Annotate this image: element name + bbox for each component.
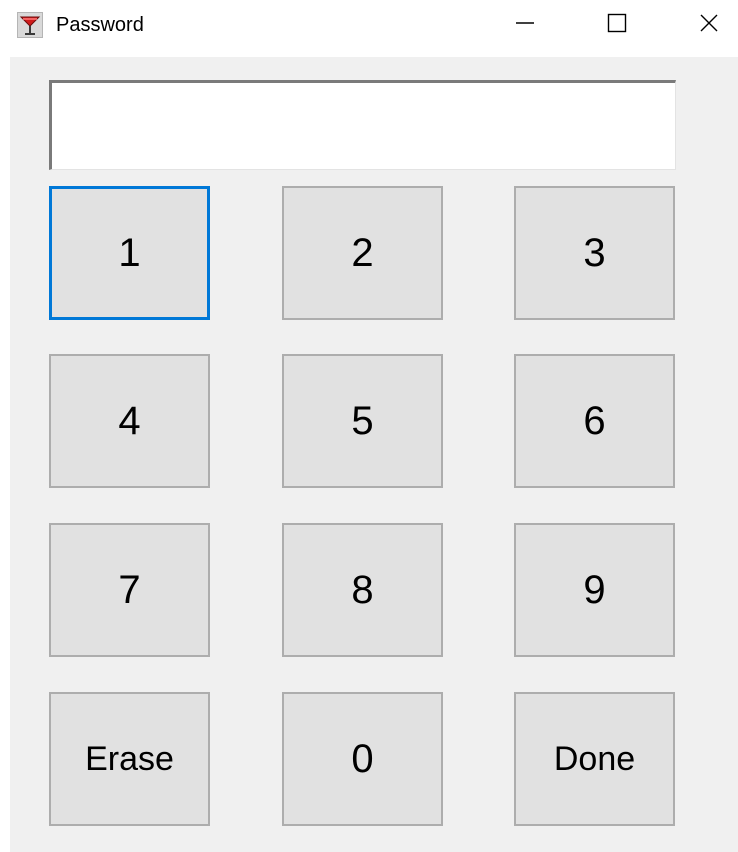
key-8-button[interactable]: 8 (282, 523, 443, 657)
done-button[interactable]: Done (514, 692, 675, 826)
key-9-button[interactable]: 9 (514, 523, 675, 657)
maximize-icon (607, 13, 627, 38)
key-5-button[interactable]: 5 (282, 354, 443, 488)
key-2-button[interactable]: 2 (282, 186, 443, 320)
key-6-button[interactable]: 6 (514, 354, 675, 488)
key-7-button[interactable]: 7 (49, 523, 210, 657)
close-button[interactable] (681, 0, 737, 50)
minimize-icon (515, 13, 535, 38)
password-input[interactable] (49, 80, 676, 170)
password-window: Password 1 2 3 4 5 6 7 8 9 Erase 0 Done (0, 0, 738, 852)
key-3-button[interactable]: 3 (514, 186, 675, 320)
key-0-button[interactable]: 0 (282, 692, 443, 826)
erase-button[interactable]: Erase (49, 692, 210, 826)
maximize-button[interactable] (589, 0, 645, 50)
key-1-button[interactable]: 1 (49, 186, 210, 320)
title-bar[interactable]: Password (0, 0, 738, 50)
minimize-button[interactable] (497, 0, 553, 50)
window-title: Password (56, 14, 144, 36)
close-icon (699, 13, 719, 38)
cocktail-glass-icon (17, 12, 43, 38)
key-4-button[interactable]: 4 (49, 354, 210, 488)
